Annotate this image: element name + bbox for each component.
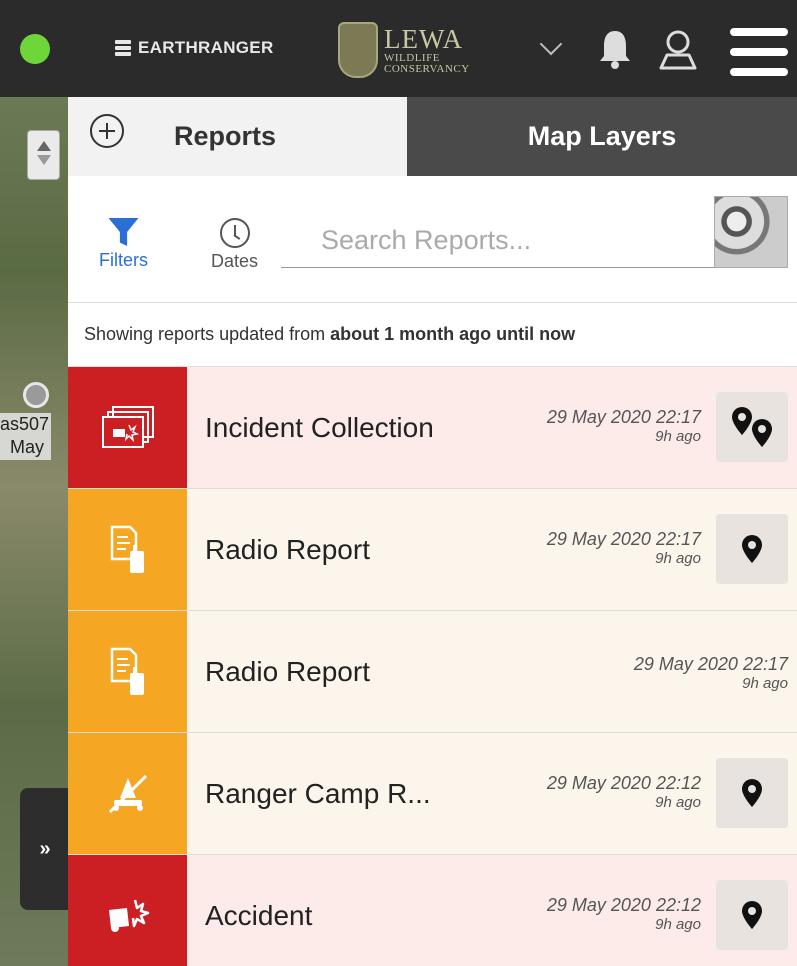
earthranger-logo: EARTHRANGER <box>115 38 274 58</box>
org-logo: LEWA WILDLIFE CONSERVANCY <box>338 22 470 78</box>
radio-report-icon <box>110 647 144 695</box>
org-subtitle-2: CONSERVANCY <box>384 62 470 75</box>
report-title: Radio Report <box>205 533 370 565</box>
compass-button[interactable] <box>27 130 60 180</box>
map-subject-marker[interactable] <box>23 382 49 408</box>
south-arrow-icon <box>37 155 51 165</box>
user-icon[interactable] <box>658 28 698 70</box>
report-time: 29 May 2020 22:12 9h ago <box>547 895 701 933</box>
tab-map-layers[interactable]: Map Layers <box>407 97 797 176</box>
top-bar: EARTHRANGER LEWA WILDLIFE CONSERVANCY <box>0 0 797 97</box>
summary-range: about 1 month ago until now <box>330 324 576 344</box>
report-type-badge <box>68 611 187 732</box>
radio-report-icon <box>110 525 144 573</box>
add-report-icon[interactable] <box>90 113 124 148</box>
tab-reports-label: Reports <box>174 121 277 151</box>
menu-icon[interactable] <box>730 28 788 76</box>
side-panel: Reports Map Layers Filters Dates Showing… <box>68 97 797 966</box>
org-name: LEWA <box>384 23 463 54</box>
report-type-badge <box>68 367 187 488</box>
report-ago: 9h ago <box>655 428 701 445</box>
report-ago: 9h ago <box>655 794 701 811</box>
jump-to-location-button[interactable] <box>716 880 788 950</box>
report-date: 29 May 2020 22:17 <box>633 654 788 674</box>
report-time: 29 May 2020 22:17 9h ago <box>547 529 701 567</box>
search-input[interactable] <box>281 214 715 268</box>
chevron-down-icon[interactable] <box>539 32 563 56</box>
report-date: 29 May 2020 22:12 <box>546 895 701 915</box>
connection-status-icon[interactable] <box>20 34 50 64</box>
org-subtitle-1: WILDLIFE <box>384 51 440 64</box>
multi-location-pin-icon <box>732 407 772 447</box>
incident-collection-icon <box>101 405 154 448</box>
filters-button[interactable]: Filters <box>99 218 148 271</box>
report-row[interactable]: Accident 29 May 2020 22:12 9h ago <box>68 855 797 966</box>
expand-panel-button[interactable]: » <box>20 788 68 910</box>
report-title: Accident <box>205 899 313 931</box>
report-ago: 9h ago <box>742 675 788 692</box>
location-pin-icon <box>742 901 762 929</box>
report-row[interactable]: Radio Report 29 May 2020 22:17 9h ago <box>68 611 797 733</box>
dates-button[interactable]: Dates <box>211 218 258 272</box>
bell-icon[interactable] <box>598 28 632 70</box>
jump-to-location-button[interactable] <box>716 758 788 828</box>
report-row[interactable]: Ranger Camp R... 29 May 2020 22:12 9h ag… <box>68 733 797 855</box>
report-ago: 9h ago <box>655 550 701 567</box>
report-date: 29 May 2020 22:17 <box>546 529 701 549</box>
report-time: 29 May 2020 22:12 9h ago <box>547 773 701 811</box>
report-ago: 9h ago <box>655 916 701 933</box>
tab-map-layers-label: Map Layers <box>527 121 677 151</box>
jump-to-location-button[interactable] <box>716 392 788 462</box>
report-time: 29 May 2020 22:17 9h ago <box>547 407 701 445</box>
report-type-badge <box>68 489 187 610</box>
report-row[interactable]: Incident Collection 29 May 2020 22:17 9h… <box>68 367 797 489</box>
report-title: Ranger Camp R... <box>205 777 431 809</box>
report-title: Incident Collection <box>205 411 434 443</box>
dates-label: Dates <box>211 251 259 271</box>
report-type-badge <box>68 733 187 854</box>
report-title: Radio Report <box>205 655 370 687</box>
brand-name: EARTHRANGER <box>138 38 274 57</box>
summary-prefix: Showing reports updated from <box>84 324 326 344</box>
clock-icon <box>219 218 250 248</box>
earthranger-icon <box>115 40 131 56</box>
jump-to-location-button[interactable] <box>716 514 788 584</box>
funnel-icon <box>108 218 139 246</box>
map-thumbnail-button[interactable] <box>714 196 788 268</box>
location-pin-icon <box>742 779 762 807</box>
location-pin-icon <box>742 535 762 563</box>
panel-tabs: Reports Map Layers <box>68 97 797 176</box>
filters-label: Filters <box>99 250 148 270</box>
accident-icon <box>108 899 149 932</box>
map-view[interactable]: as507 May » <box>0 97 68 966</box>
report-type-badge <box>68 855 187 966</box>
tab-reports[interactable]: Reports <box>68 97 407 176</box>
report-date: 29 May 2020 22:12 <box>546 773 701 793</box>
report-row[interactable]: Radio Report 29 May 2020 22:17 9h ago <box>68 489 797 611</box>
filter-bar: Filters Dates <box>68 176 797 303</box>
north-arrow-icon <box>37 141 51 151</box>
report-date: 29 May 2020 22:17 <box>546 407 701 427</box>
double-chevron-right-icon: » <box>39 837 51 860</box>
map-subject-label[interactable]: as507 May <box>0 413 52 460</box>
rhino-crest-icon <box>338 22 378 78</box>
report-time: 29 May 2020 22:17 9h ago <box>634 654 788 692</box>
date-range-summary: Showing reports updated from about 1 mon… <box>68 303 797 367</box>
ranger-camp-icon <box>108 774 147 813</box>
